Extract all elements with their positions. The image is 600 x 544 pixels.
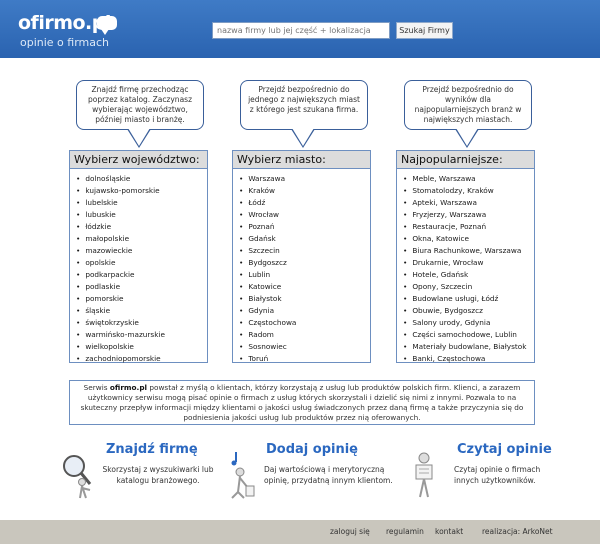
feature-text-add: Daj wartościową i merytoryczną opinię, p… <box>264 465 393 485</box>
panel-title: Najpopularniejsze: <box>397 151 534 169</box>
voivodeship-link[interactable]: podlaskie <box>76 281 207 293</box>
voivodeship-link[interactable]: małopolskie <box>76 233 207 245</box>
login-link[interactable]: zaloguj się <box>330 527 370 536</box>
voivodeship-link[interactable]: lubelskie <box>76 197 207 209</box>
tagline: opinie o firmach <box>20 36 110 49</box>
popular-link[interactable]: Obuwie, Bydgoszcz <box>403 305 534 317</box>
contact-link[interactable]: kontakt <box>435 527 463 536</box>
popular-link[interactable]: Banki, Częstochowa <box>403 353 534 365</box>
city-link[interactable]: Gdańsk <box>239 233 370 245</box>
voivodeship-link[interactable]: łódzkie <box>76 221 207 233</box>
feature-text-find: Skorzystaj z wyszukiwarki lub katalogu b… <box>102 465 214 485</box>
search-button[interactable]: Szukaj Firmy <box>396 22 453 39</box>
footer: zaloguj się regulamin kontakt realizacja… <box>0 520 600 544</box>
city-link[interactable]: Lublin <box>239 269 370 281</box>
magnifier-person-icon <box>63 455 92 499</box>
header: ofirmo.pl opinie o firmach Szukaj Firmy <box>0 0 600 58</box>
feature-title-add[interactable]: Dodaj opinię <box>266 442 358 457</box>
hint-bubble-popular: Przejdź bezpośrednio do wyników dla najp… <box>404 80 532 148</box>
city-list: WarszawaKrakówŁódźWrocławPoznańGdańskSzc… <box>233 169 370 365</box>
voivodeship-panel: Wybierz województwo: dolnośląskiekujawsk… <box>69 150 208 363</box>
popular-link[interactable]: Restauracje, Poznań <box>403 221 534 233</box>
voivodeship-link[interactable]: opolskie <box>76 257 207 269</box>
search-input[interactable] <box>212 22 390 39</box>
popular-panel: Najpopularniejsze: Meble, WarszawaStomat… <box>396 150 535 363</box>
voivodeship-link[interactable]: lubuskie <box>76 209 207 221</box>
voivodeship-link[interactable]: pomorskie <box>76 293 207 305</box>
reading-person-icon <box>415 452 433 498</box>
voivodeship-link[interactable]: wielkopolskie <box>76 341 207 353</box>
voivodeship-link[interactable]: mazowieckie <box>76 245 207 257</box>
city-link[interactable]: Toruń <box>239 353 370 365</box>
popular-link[interactable]: Hotele, Gdańsk <box>403 269 534 281</box>
voivodeship-link[interactable]: kujawsko-pomorskie <box>76 185 207 197</box>
city-link[interactable]: Sosnowiec <box>239 341 370 353</box>
popular-link[interactable]: Materiały budowlane, Białystok <box>403 341 534 353</box>
city-link[interactable]: Częstochowa <box>239 317 370 329</box>
voivodeship-link[interactable]: świętokrzyskie <box>76 317 207 329</box>
about-body: powstał z myślą o klientach, którzy korz… <box>80 383 524 422</box>
city-link[interactable]: Gdynia <box>239 305 370 317</box>
city-link[interactable]: Poznań <box>239 221 370 233</box>
about-text: Serwis ofirmo.pl powstał z myślą o klien… <box>69 380 535 425</box>
city-panel: Wybierz miasto: WarszawaKrakówŁódźWrocła… <box>232 150 371 363</box>
popular-link[interactable]: Biura Rachunkowe, Warszawa <box>403 245 534 257</box>
hint-bubble-city: Przejdź bezpośrednio do jednego z najwię… <box>240 80 368 148</box>
city-link[interactable]: Białystok <box>239 293 370 305</box>
popular-link[interactable]: Stomatolodzy, Kraków <box>403 185 534 197</box>
voivodeship-link[interactable]: dolnośląskie <box>76 173 207 185</box>
feature-title-read[interactable]: Czytaj opinie <box>457 442 552 457</box>
voivodeship-list: dolnośląskiekujawsko-pomorskielubelskiel… <box>70 169 207 365</box>
popular-list: Meble, WarszawaStomatolodzy, KrakówAptek… <box>397 169 534 365</box>
voivodeship-link[interactable]: zachodniopomorskie <box>76 353 207 365</box>
hint-bubble-voivodeship: Znajdź firmę przechodząc poprzez katalog… <box>76 80 204 148</box>
city-link[interactable]: Bydgoszcz <box>239 257 370 269</box>
rules-link[interactable]: regulamin <box>386 527 424 536</box>
voivodeship-link[interactable]: podkarpackie <box>76 269 207 281</box>
city-link[interactable]: Wrocław <box>239 209 370 221</box>
feature-title-find[interactable]: Znajdź firmę <box>106 442 198 457</box>
popular-link[interactable]: Opony, Szczecin <box>403 281 534 293</box>
city-link[interactable]: Szczecin <box>239 245 370 257</box>
popular-link[interactable]: Fryzjerzy, Warszawa <box>403 209 534 221</box>
city-link[interactable]: Kraków <box>239 185 370 197</box>
city-link[interactable]: Łódź <box>239 197 370 209</box>
credit-text[interactable]: realizacja: ArkoNet <box>482 527 553 536</box>
speech-bubble-icon <box>97 16 117 35</box>
popular-link[interactable]: Okna, Katowice <box>403 233 534 245</box>
voivodeship-link[interactable]: śląskie <box>76 305 207 317</box>
panel-title: Wybierz miasto: <box>233 151 370 169</box>
popular-link[interactable]: Meble, Warszawa <box>403 173 534 185</box>
popular-link[interactable]: Części samochodowe, Lublin <box>403 329 534 341</box>
popular-link[interactable]: Drukarnie, Wrocław <box>403 257 534 269</box>
city-link[interactable]: Katowice <box>239 281 370 293</box>
popular-link[interactable]: Apteki, Warszawa <box>403 197 534 209</box>
voivodeship-link[interactable]: warmińsko-mazurskie <box>76 329 207 341</box>
popular-link[interactable]: Budowlane usługi, Łódź <box>403 293 534 305</box>
writing-person-icon <box>231 452 255 499</box>
popular-link[interactable]: Salony urody, Gdynia <box>403 317 534 329</box>
about-brand: ofirmo.pl <box>109 383 148 392</box>
city-link[interactable]: Radom <box>239 329 370 341</box>
feature-text-read: Czytaj opinie o firmach innych użytkowni… <box>454 465 541 485</box>
about-prefix: Serwis <box>83 383 110 392</box>
city-link[interactable]: Warszawa <box>239 173 370 185</box>
panel-title: Wybierz województwo: <box>70 151 207 169</box>
